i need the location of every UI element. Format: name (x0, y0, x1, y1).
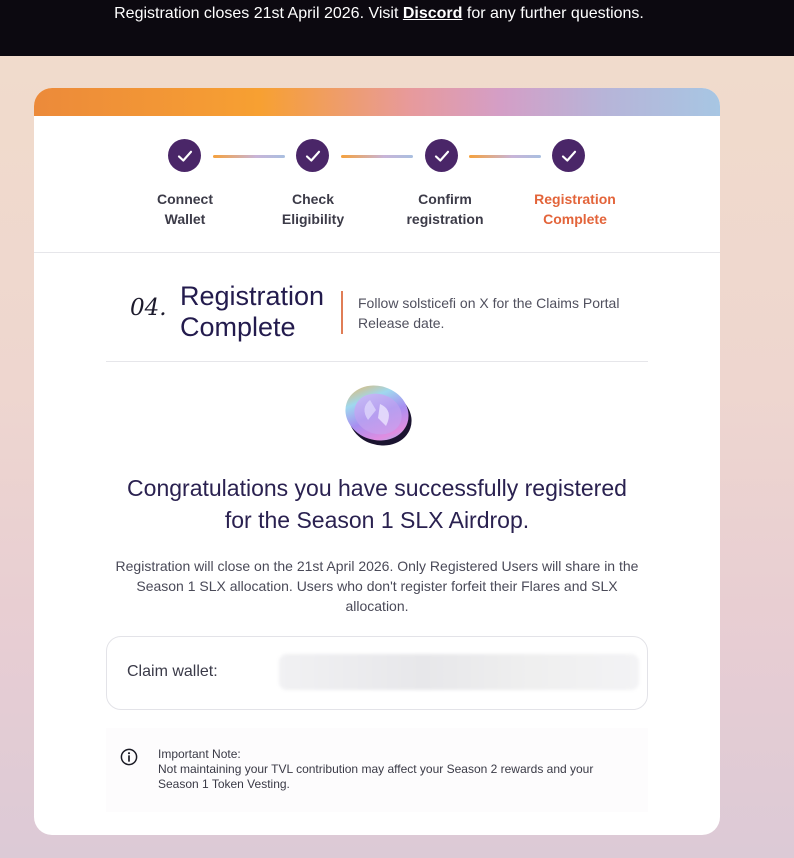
important-note-body: Not maintaining your TVL contribution ma… (158, 762, 594, 791)
section-title: Registration Complete (180, 281, 340, 343)
step-1-label-line1: Connect (157, 191, 213, 207)
step-1-label-line2: Wallet (164, 211, 206, 227)
step-4-label-line2: Complete (543, 211, 607, 227)
banner-text: Registration closes 21st April 2026. Vis… (114, 5, 644, 23)
announcement-banner: Registration closes 21st April 2026. Vis… (0, 0, 794, 56)
claim-wallet-label: Claim wallet: (127, 663, 218, 680)
step-label-check-eligibility: Check Eligibility (258, 189, 368, 229)
step-3-label-line2: registration (406, 211, 484, 227)
info-icon (120, 748, 138, 766)
step-3-label-line1: Confirm (418, 191, 472, 207)
step-2-check-icon (296, 139, 329, 172)
step-label-confirm-registration: Confirm registration (390, 189, 500, 229)
step-connector-1 (213, 155, 285, 158)
section-title-line1: Registration (180, 281, 325, 311)
banner-text-before: Registration closes 21st April 2026. Vis… (114, 5, 403, 22)
registration-card: Connect Wallet Check Eligibility Confirm… (34, 88, 720, 835)
step-label-connect-wallet: Connect Wallet (130, 189, 240, 229)
step-connector-3 (469, 155, 541, 158)
discord-link[interactable]: Discord (403, 5, 463, 22)
step-4-label-line1: Registration (534, 191, 616, 207)
step-3-check-icon (425, 139, 458, 172)
important-note-text: Important Note: Not maintaining your TVL… (158, 747, 628, 792)
congrats-message: Congratulations you have successfully re… (74, 472, 680, 536)
step-2-label-line2: Eligibility (281, 211, 345, 227)
banner-text-after: for any further questions. (462, 5, 644, 22)
congrats-line2: for the Season 1 SLX Airdrop. (224, 507, 530, 533)
solstice-coin-icon (345, 385, 412, 446)
congrats-line1: Congratulations you have successfully re… (127, 475, 627, 501)
step-2-label-line1: Check (291, 191, 335, 207)
step-4-check-icon (552, 139, 585, 172)
section-divider (341, 291, 343, 334)
card-gradient-header (34, 88, 720, 116)
step-connector-2 (341, 155, 413, 158)
step-1-check-icon (168, 139, 201, 172)
progress-stepper: Connect Wallet Check Eligibility Confirm… (34, 116, 720, 253)
section-number: 04. (130, 295, 167, 321)
section-description: Follow solsticefi on X for the Claims Po… (358, 295, 620, 331)
section-title-line2: Complete (180, 312, 296, 342)
claim-wallet-box: Claim wallet: (106, 636, 648, 710)
section-separator (106, 361, 648, 362)
step-label-registration-complete: Registration Complete (520, 189, 630, 229)
claim-wallet-address[interactable] (279, 654, 639, 690)
important-note-title: Important Note: (158, 747, 241, 761)
important-note: Important Note: Not maintaining your TVL… (106, 728, 648, 812)
section-header: 04. Registration Complete Follow solstic… (106, 281, 648, 361)
registration-info-text: Registration will close on the 21st Apri… (115, 558, 639, 614)
